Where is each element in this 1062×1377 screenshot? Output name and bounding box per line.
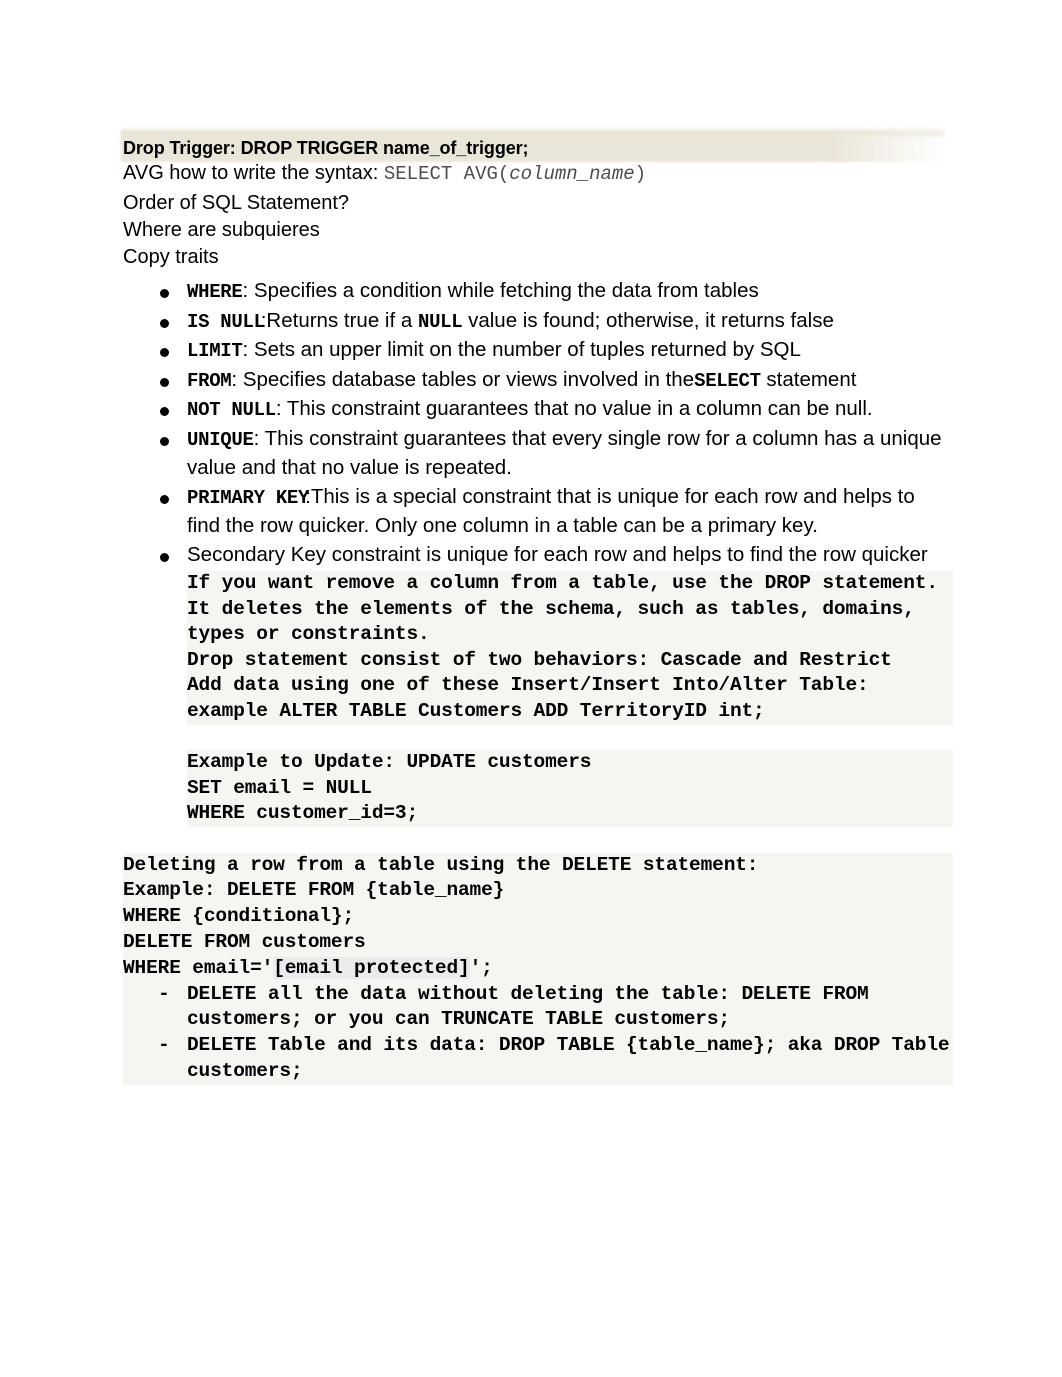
keyword-where: WHERE	[187, 281, 243, 303]
update-example-line-3: WHERE customer_id=3;	[187, 801, 953, 827]
keyword-primary-key: PRIMARY KEY	[187, 486, 310, 509]
list-item-from: FROM: Specifies database tables or views…	[123, 366, 953, 396]
drop-trigger-line: Drop Trigger: DROP TRIGGER name_of_trigg…	[123, 138, 529, 158]
separator-not-null: :	[275, 397, 287, 420]
list-item-limit-text: Sets an upper limit on the number of tup…	[253, 338, 801, 361]
keyword-null-inline: NULL	[417, 310, 463, 333]
list-item-from-text: Specifies database tables or views invol…	[242, 367, 695, 391]
list-item-where: WHERE: Specifies a condition while fetch…	[123, 277, 953, 307]
redacted-email: [email protected]	[273, 956, 470, 979]
delete-options-list: DELETE all the data without deleting the…	[123, 981, 953, 1085]
delete-where-email-prefix: WHERE email='	[123, 956, 274, 979]
separator-limit: :	[242, 338, 254, 361]
delete-where-email-line: WHERE email='[email protected]';	[123, 955, 953, 982]
document-content: Drop Trigger: DROP TRIGGER name_of_trigg…	[123, 136, 953, 1085]
update-example-line-2: SET email = NULL	[187, 775, 953, 802]
list-item-from-text-after: statement	[760, 367, 857, 391]
question-subqueries: Where are subquieres	[123, 219, 320, 241]
list-item-is-null-text: Returns true if a	[266, 308, 418, 332]
drop-behaviors-line: Drop statement consist of two behaviors:…	[187, 647, 953, 674]
avg-syntax-param: column_name	[509, 163, 635, 185]
traits-list: WHERE: Specifies a condition while fetch…	[123, 277, 953, 569]
avg-syntax-code: SELECT AVG(	[383, 163, 510, 185]
delete-from-customers-line: DELETE FROM customers	[123, 929, 953, 956]
list-item-not-null-text: This constraint guarantees that no value…	[286, 397, 873, 420]
delete-where-conditional-line: WHERE {conditional};	[123, 904, 953, 930]
add-data-line: Add data using one of these Insert/Inser…	[187, 673, 953, 725]
delete-where-email-suffix: ';	[469, 956, 493, 979]
avg-syntax-line: AVG how to write the syntax: SELECT AVG(…	[123, 160, 953, 188]
avg-syntax-close: )	[634, 163, 647, 185]
keyword-is-null: IS NULL	[187, 310, 265, 333]
list-item-secondary-key-text: Secondary Key constraint is unique for e…	[187, 542, 928, 566]
list-item-delete-all-data: DELETE all the data without deleting the…	[123, 981, 953, 1034]
keyword-from: FROM	[187, 369, 232, 392]
question-order-of-sql: Order of SQL Statement?	[123, 192, 350, 214]
delete-example-line: Example: DELETE FROM {table_name}	[123, 878, 953, 905]
update-example-line-1: Example to Update: UPDATE customers	[187, 750, 953, 776]
separator-where: :	[242, 279, 254, 302]
keyword-select-inline: SELECT	[694, 369, 761, 392]
list-item-unique: UNIQUE: This constraint guarantees that …	[123, 425, 953, 483]
keyword-not-null: NOT NULL	[187, 399, 276, 421]
list-item-where-text: Specifies a condition while fetching the…	[253, 279, 759, 302]
separator-unique: :	[253, 426, 265, 450]
list-item-secondary-key: Secondary Key constraint is unique for e…	[123, 541, 953, 570]
list-item-unique-text: This constraint guarantees that every si…	[187, 426, 942, 480]
list-item-is-null: IS NULL:Returns true if a NULL value is …	[123, 307, 953, 337]
document-page: Drop Trigger: DROP TRIGGER name_of_trigg…	[0, 0, 1062, 1377]
keyword-unique: UNIQUE	[187, 428, 254, 451]
drop-statement-paragraph: If you want remove a column from a table…	[187, 571, 953, 648]
delete-intro-line: Deleting a row from a table using the DE…	[123, 852, 953, 879]
list-item-is-null-text-after: value is found; otherwise, it returns fa…	[462, 308, 834, 332]
list-item-delete-table: DELETE Table and its data: DROP TABLE {t…	[123, 1033, 953, 1085]
avg-syntax-prefix: AVG how to write the syntax:	[123, 162, 384, 184]
list-item-limit: LIMIT: Sets an upper limit on the number…	[123, 336, 953, 366]
separator-from: :	[231, 367, 243, 391]
list-item-not-null: NOT NULL: This constraint guarantees tha…	[123, 395, 953, 425]
question-copy-traits: Copy traits	[123, 246, 219, 268]
list-item-primary-key: PRIMARY KEY:This is a special constraint…	[123, 483, 953, 541]
keyword-limit: LIMIT	[187, 340, 243, 362]
